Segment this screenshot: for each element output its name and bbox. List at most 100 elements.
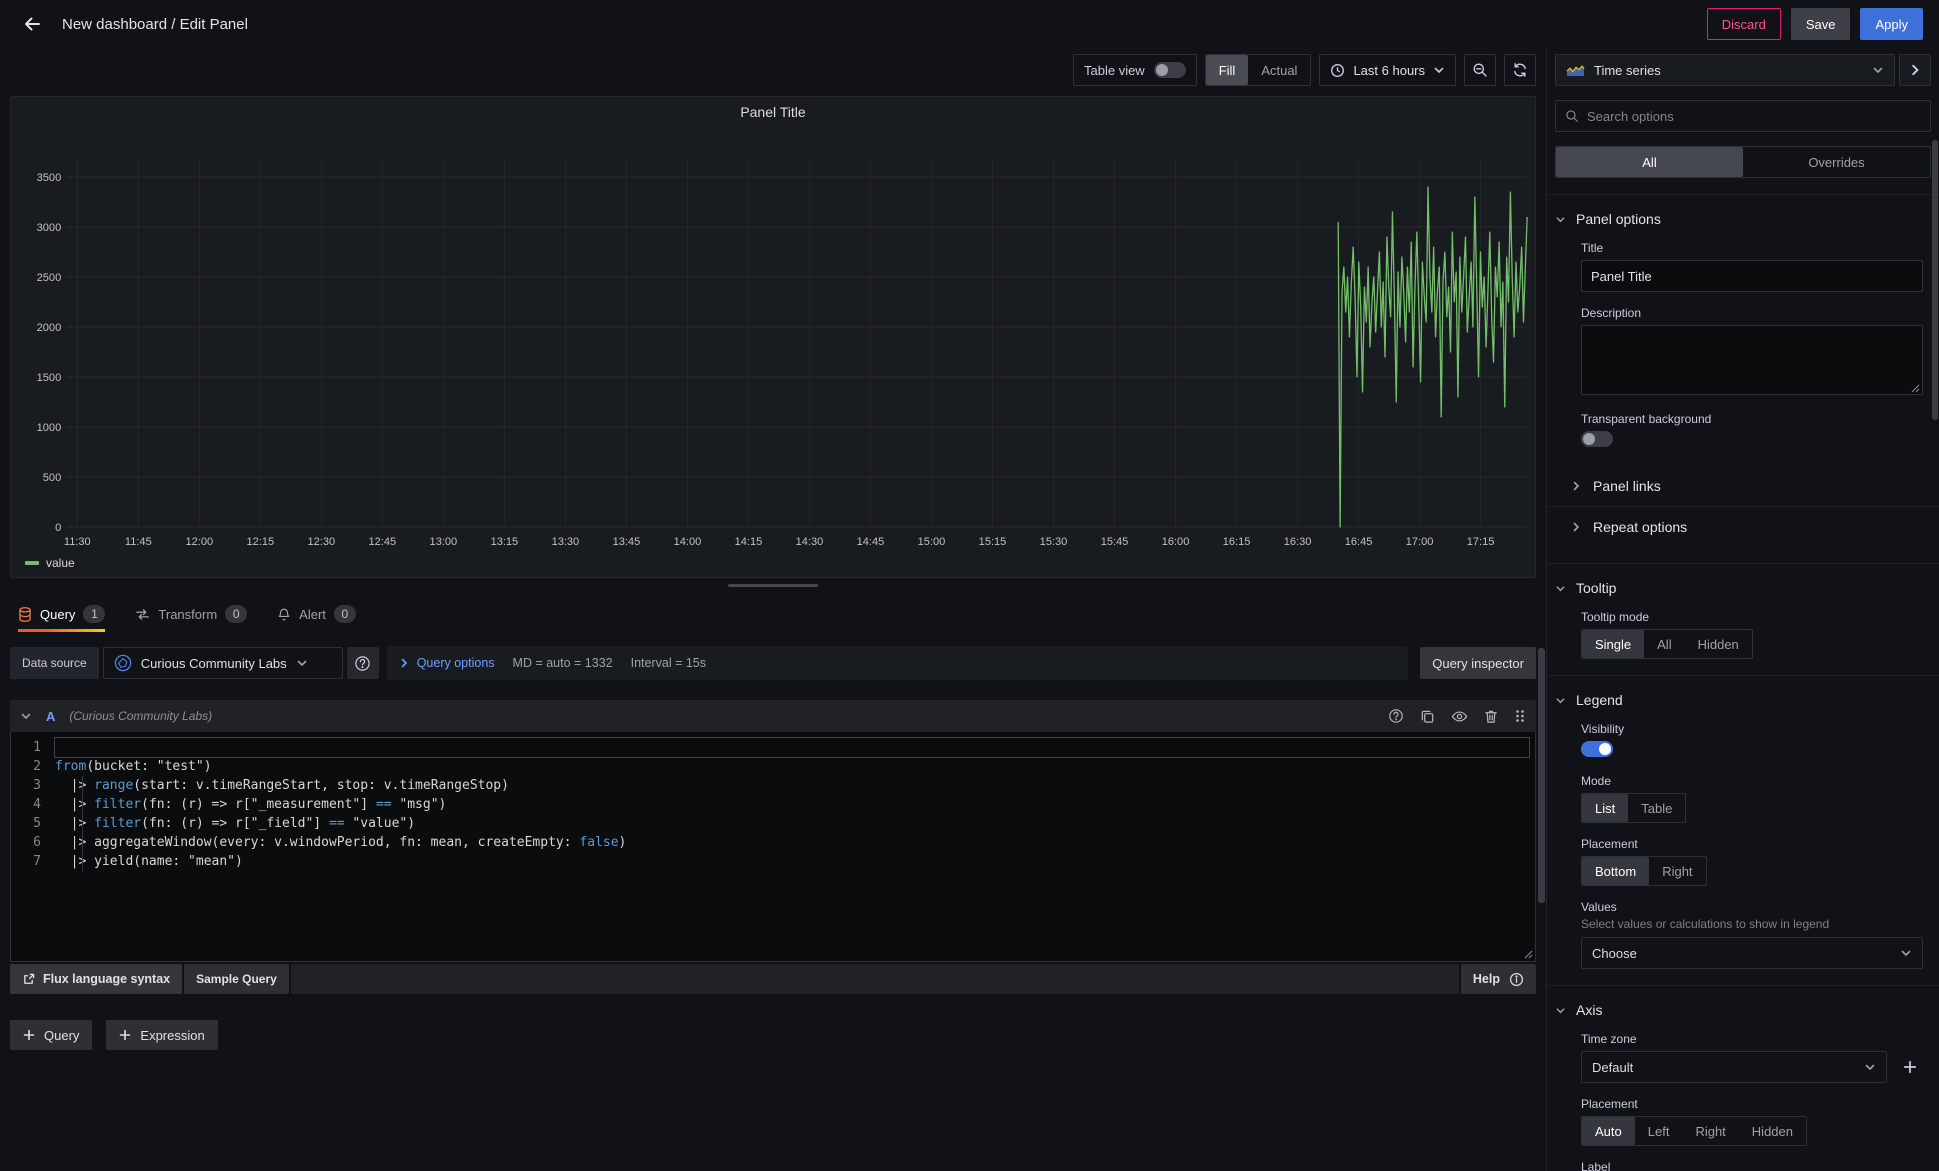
axis-header[interactable]: Axis bbox=[1547, 998, 1939, 1022]
legend-series-label: value bbox=[46, 556, 75, 570]
add-query-button[interactable]: Query bbox=[10, 1020, 92, 1050]
back-button[interactable] bbox=[16, 8, 48, 40]
flux-code-editor[interactable]: 12from(bucket: "test")3 |> range(start: … bbox=[10, 732, 1536, 962]
tooltip-header[interactable]: Tooltip bbox=[1547, 576, 1939, 600]
tab-transform-label: Transform bbox=[158, 607, 217, 622]
chevron-down-icon bbox=[1900, 947, 1912, 959]
duplicate-query-icon[interactable] bbox=[1420, 709, 1435, 724]
panel-options-header[interactable]: Panel options bbox=[1547, 207, 1939, 231]
code-line[interactable]: 3 |> range(start: v.timeRangeStart, stop… bbox=[11, 776, 1535, 795]
svg-text:1000: 1000 bbox=[37, 422, 62, 434]
collapse-sidebar-button[interactable] bbox=[1899, 54, 1931, 86]
svg-text:17:15: 17:15 bbox=[1467, 536, 1495, 548]
datasource-help-button[interactable] bbox=[347, 647, 379, 679]
axis-placement-auto[interactable]: Auto bbox=[1582, 1117, 1635, 1145]
code-line[interactable]: 2from(bucket: "test") bbox=[11, 757, 1535, 776]
legend-color-swatch bbox=[25, 561, 39, 565]
panel-resize-handle[interactable] bbox=[0, 578, 1546, 592]
time-range-picker[interactable]: Last 6 hours bbox=[1319, 54, 1456, 86]
query-ref-id[interactable]: A bbox=[46, 709, 55, 724]
datasource-row: Data source Curious Community Labs Query… bbox=[10, 646, 1536, 680]
tab-query-count: 1 bbox=[83, 605, 105, 623]
repeat-options-section[interactable]: Repeat options bbox=[1547, 506, 1939, 547]
line-number: 5 bbox=[11, 814, 55, 833]
legend-mode-list[interactable]: List bbox=[1582, 794, 1628, 822]
time-series-chart[interactable]: 050010001500200025003000350011:3011:4512… bbox=[13, 119, 1533, 554]
query-options-toggle[interactable]: Query options bbox=[399, 656, 495, 670]
textarea-resize-handle[interactable] bbox=[1910, 383, 1920, 393]
code-line[interactable]: 7 |> yield(name: "mean") bbox=[11, 852, 1535, 871]
tab-transform[interactable]: Transform 0 bbox=[135, 605, 247, 632]
code-line[interactable]: 1 bbox=[11, 738, 1535, 757]
tab-overrides[interactable]: Overrides bbox=[1743, 147, 1930, 177]
query-help-icon[interactable] bbox=[1388, 708, 1404, 724]
tooltip-mode-all[interactable]: All bbox=[1644, 630, 1684, 658]
panel-title-input[interactable] bbox=[1581, 260, 1923, 292]
database-icon bbox=[18, 607, 32, 622]
save-button[interactable]: Save bbox=[1791, 8, 1851, 40]
tab-alert[interactable]: Alert 0 bbox=[277, 605, 356, 632]
datasource-picker[interactable]: Curious Community Labs bbox=[103, 647, 343, 679]
datasource-name: Curious Community Labs bbox=[141, 656, 287, 671]
query-options-bar: Query options MD = auto = 1332 Interval … bbox=[387, 646, 1409, 680]
tab-query[interactable]: Query 1 bbox=[18, 605, 105, 632]
options-sidebar: Time series All Overrides Panel options … bbox=[1546, 48, 1939, 1171]
code-line[interactable]: 6 |> aggregateWindow(every: v.windowPeri… bbox=[11, 833, 1535, 852]
add-timezone-button[interactable] bbox=[1897, 1054, 1923, 1080]
panel-links-section[interactable]: Panel links bbox=[1547, 466, 1939, 506]
panel-toolbar: Table view Fill Actual Last 6 hours bbox=[10, 54, 1536, 86]
sidebar-scrollbar[interactable] bbox=[1932, 140, 1938, 420]
query-editor: A (Curious Community Labs) 12from(bucket… bbox=[10, 700, 1536, 1050]
legend-placement-right[interactable]: Right bbox=[1649, 857, 1705, 885]
axis-placement-left[interactable]: Left bbox=[1635, 1117, 1683, 1145]
transparent-bg-toggle[interactable] bbox=[1581, 431, 1613, 447]
clock-icon bbox=[1330, 63, 1345, 78]
options-search[interactable] bbox=[1555, 100, 1931, 132]
query-inspector-button[interactable]: Query inspector bbox=[1420, 647, 1536, 679]
timezone-select[interactable]: Default bbox=[1581, 1051, 1887, 1083]
top-header: New dashboard / Edit Panel Discard Save … bbox=[0, 0, 1939, 48]
svg-text:2000: 2000 bbox=[37, 322, 62, 334]
time-range-label: Last 6 hours bbox=[1353, 63, 1425, 78]
code-line[interactable]: 5 |> filter(fn: (r) => r["_field"] == "v… bbox=[11, 814, 1535, 833]
svg-text:500: 500 bbox=[43, 472, 61, 484]
section-axis: Axis Time zone Default Placement Auto Le… bbox=[1547, 985, 1939, 1171]
tooltip-mode-hidden[interactable]: Hidden bbox=[1685, 630, 1752, 658]
content-scrollbar[interactable] bbox=[1538, 648, 1545, 903]
flux-syntax-button[interactable]: Flux language syntax bbox=[10, 964, 182, 994]
options-search-input[interactable] bbox=[1587, 109, 1921, 124]
chevron-down-icon[interactable] bbox=[20, 710, 32, 722]
drag-handle-icon[interactable] bbox=[1514, 709, 1526, 723]
tab-transform-count: 0 bbox=[225, 605, 247, 623]
tooltip-mode-single[interactable]: Single bbox=[1582, 630, 1644, 658]
line-number: 3 bbox=[11, 776, 55, 795]
axis-placement-hidden[interactable]: Hidden bbox=[1739, 1117, 1806, 1145]
legend-item-value[interactable]: value bbox=[25, 556, 75, 570]
help-button[interactable]: Help bbox=[1461, 964, 1536, 994]
tooltip-mode-label: Tooltip mode bbox=[1581, 610, 1923, 624]
legend-values-select[interactable]: Choose bbox=[1581, 937, 1923, 969]
svg-text:1500: 1500 bbox=[37, 372, 62, 384]
add-expression-button[interactable]: Expression bbox=[106, 1020, 217, 1050]
legend-mode-table[interactable]: Table bbox=[1628, 794, 1685, 822]
legend-header[interactable]: Legend bbox=[1547, 688, 1939, 712]
actual-option[interactable]: Actual bbox=[1248, 55, 1310, 85]
fill-option[interactable]: Fill bbox=[1206, 55, 1249, 85]
tab-all-options[interactable]: All bbox=[1556, 147, 1743, 177]
discard-button[interactable]: Discard bbox=[1707, 8, 1781, 40]
apply-button[interactable]: Apply bbox=[1860, 8, 1923, 40]
editor-resize-handle[interactable] bbox=[1523, 949, 1533, 959]
remove-query-icon[interactable] bbox=[1484, 709, 1498, 724]
panel-description-input[interactable] bbox=[1581, 325, 1923, 395]
code-line[interactable]: 4 |> filter(fn: (r) => r["_measurement"]… bbox=[11, 795, 1535, 814]
table-view-toggle[interactable] bbox=[1154, 62, 1186, 78]
table-view-toggle-group[interactable]: Table view bbox=[1073, 54, 1197, 86]
axis-placement-right[interactable]: Right bbox=[1682, 1117, 1738, 1145]
zoom-out-button[interactable] bbox=[1464, 54, 1496, 86]
visualization-picker[interactable]: Time series bbox=[1555, 54, 1895, 86]
sample-query-button[interactable]: Sample Query bbox=[184, 964, 289, 994]
legend-visibility-toggle[interactable] bbox=[1581, 741, 1613, 757]
legend-placement-bottom[interactable]: Bottom bbox=[1582, 857, 1649, 885]
refresh-button[interactable] bbox=[1504, 54, 1536, 86]
hide-response-icon[interactable] bbox=[1451, 709, 1468, 724]
